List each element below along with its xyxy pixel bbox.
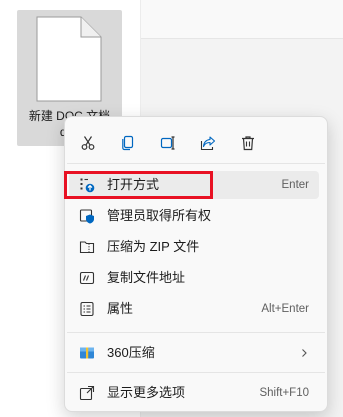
menu-item-shortcut: Shift+F10 — [259, 387, 309, 399]
archive-360-icon — [79, 345, 95, 361]
menu-separator — [67, 163, 325, 164]
more-options-icon — [79, 385, 95, 401]
menu-item-shortcut: Alt+Enter — [261, 303, 309, 315]
menu-item-label: 管理员取得所有权 — [107, 208, 212, 223]
menu-item-compress-zip[interactable]: 压缩为 ZIP 文件 — [69, 233, 319, 261]
menu-item-show-more-options[interactable]: 显示更多选项 Shift+F10 — [69, 379, 319, 407]
copy-path-icon — [79, 270, 95, 286]
menu-item-label: 显示更多选项 — [107, 385, 186, 400]
copy-button[interactable] — [114, 129, 142, 157]
menu-separator — [67, 332, 325, 333]
menu-separator — [67, 372, 325, 373]
menu-item-label: 360压缩 — [107, 345, 155, 360]
annotation-highlight-box — [64, 171, 213, 199]
rename-icon — [160, 136, 175, 150]
menu-item-copy-path[interactable]: 复制文件地址 — [69, 264, 319, 292]
share-button[interactable] — [194, 129, 222, 157]
menu-item-360-compress[interactable]: 360压缩 — [69, 339, 319, 367]
zip-folder-icon — [79, 239, 95, 255]
menu-item-shortcut: Enter — [281, 179, 310, 191]
shield-icon — [79, 208, 95, 224]
rename-button[interactable] — [154, 129, 182, 157]
menu-item-take-ownership[interactable]: 管理员取得所有权 — [69, 202, 319, 230]
copy-icon — [122, 135, 134, 151]
menu-item-properties[interactable]: 属性 Alt+Enter — [69, 295, 319, 323]
details-pane-header — [141, 0, 343, 39]
chevron-right-icon — [302, 349, 307, 357]
menu-item-label: 压缩为 ZIP 文件 — [107, 239, 200, 254]
menu-item-label: 属性 — [107, 301, 134, 316]
delete-button[interactable] — [234, 129, 262, 157]
context-menu: 打开方式 Enter 管理员取得所有权 压缩为 ZIP 文件 复制文件地址 属性… — [64, 116, 328, 412]
menu-item-label: 复制文件地址 — [107, 270, 186, 285]
context-menu-toolbar — [65, 125, 327, 157]
document-file-icon — [36, 16, 102, 102]
properties-icon — [79, 301, 95, 317]
delete-icon — [242, 136, 254, 151]
share-icon — [200, 136, 216, 151]
cut-icon — [81, 136, 95, 150]
cut-button[interactable] — [74, 129, 102, 157]
